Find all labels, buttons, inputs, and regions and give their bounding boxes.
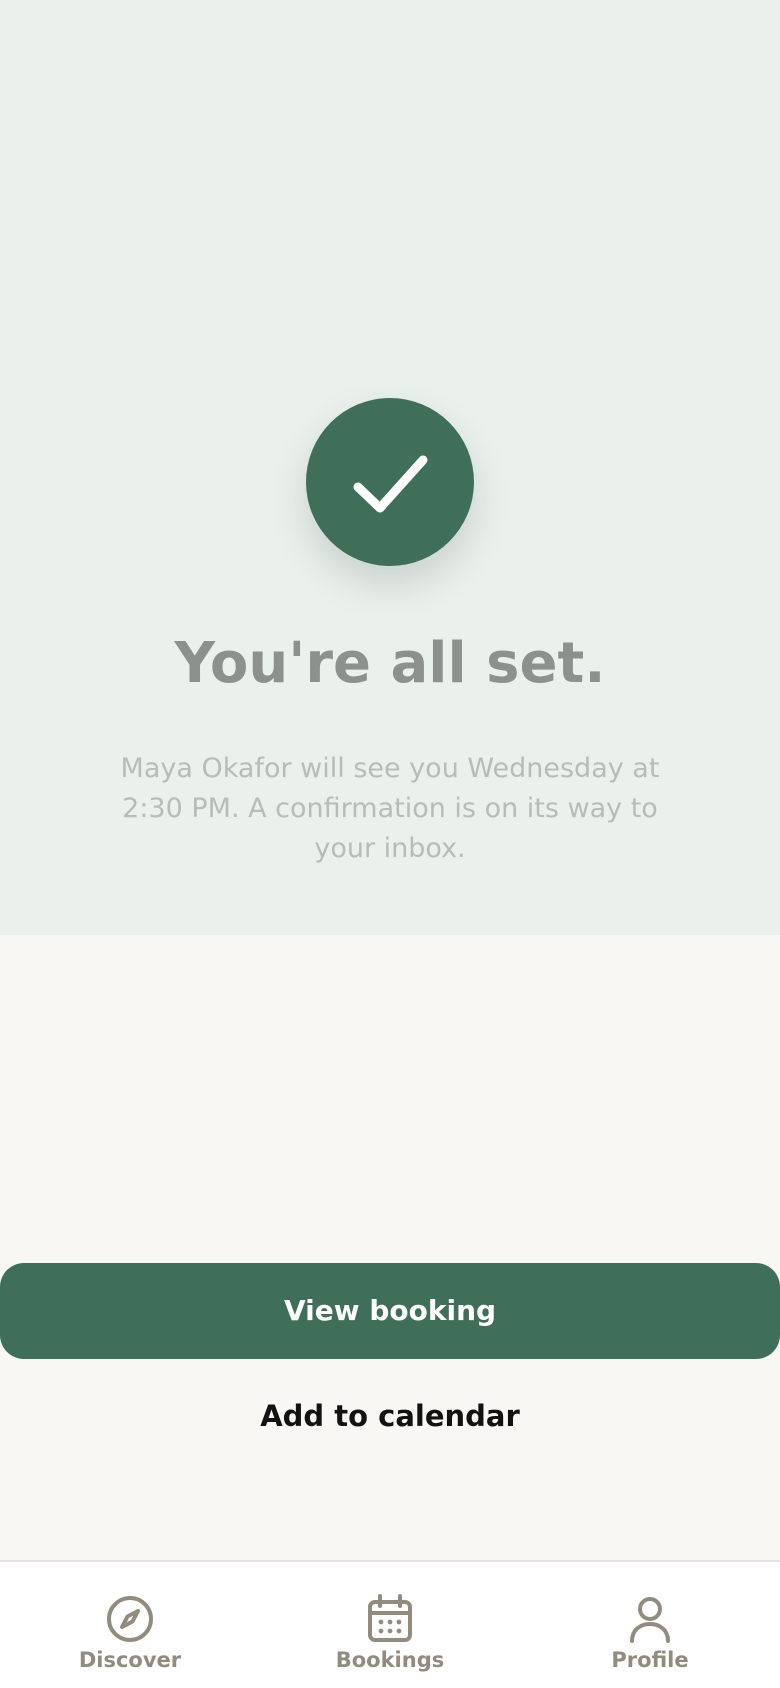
compass-icon <box>107 1596 153 1642</box>
tab-bookings-label: Bookings <box>335 1648 445 1672</box>
confirmation-title: You're all set. <box>174 631 606 696</box>
calendar-icon <box>368 1594 412 1642</box>
tab-bookings[interactable]: Bookings <box>300 1562 480 1688</box>
confirmation-hero: You're all set. Maya Okafor will see you… <box>0 0 780 935</box>
user-icon <box>630 1597 670 1643</box>
view-booking-button[interactable]: View booking <box>0 1263 780 1359</box>
tab-discover[interactable]: Discover <box>40 1562 220 1688</box>
success-badge <box>306 398 474 566</box>
tab-discover-label: Discover <box>78 1648 182 1672</box>
tab-profile-label: Profile <box>611 1648 689 1672</box>
tab-profile[interactable]: Profile <box>560 1562 740 1688</box>
add-to-calendar-button[interactable]: Add to calendar <box>0 1389 780 1443</box>
check-icon <box>353 455 428 513</box>
confirmation-message: Maya Okafor will see you Wednesday at 2:… <box>120 753 660 864</box>
bottom-tab-bar: Discover Bookings Profile <box>0 1560 780 1688</box>
